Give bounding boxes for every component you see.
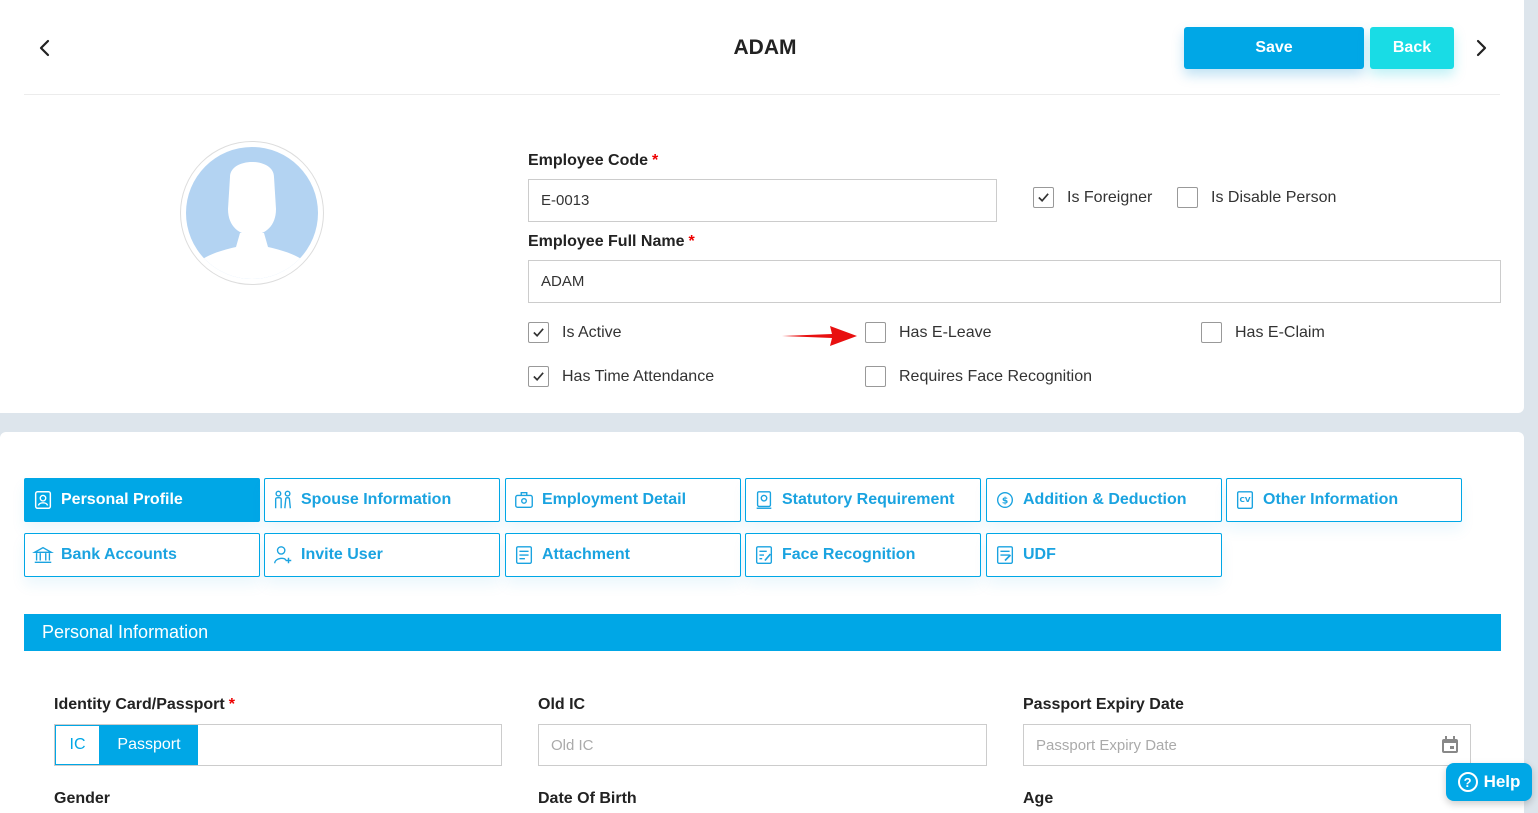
identity-type-selector[interactable]: IC Passport xyxy=(54,724,502,766)
checkbox-box[interactable] xyxy=(1201,322,1222,343)
is-active-label: Is Active xyxy=(562,323,622,341)
checkbox-box[interactable] xyxy=(528,322,549,343)
has-e-leave-checkbox[interactable]: Has E-Leave xyxy=(865,322,992,343)
tab-label: Addition & Deduction xyxy=(1023,491,1187,508)
gender-label: Gender xyxy=(54,790,111,807)
employee-code-input[interactable]: E-0013 xyxy=(528,179,997,222)
date-of-birth-label: Date Of Birth xyxy=(538,790,637,807)
has-time-attendance-label: Has Time Attendance xyxy=(562,367,715,385)
save-button[interactable]: Save xyxy=(1184,27,1364,69)
tab-label: Statutory Requirement xyxy=(782,491,955,508)
tab-label: Other Information xyxy=(1263,491,1399,508)
checkbox-box[interactable] xyxy=(528,366,549,387)
employee-full-name-input[interactable]: ADAM xyxy=(528,260,1501,303)
has-e-leave-label: Has E-Leave xyxy=(899,323,992,341)
tab-invite-user[interactable]: Invite User xyxy=(264,533,500,577)
tab-personal-profile[interactable]: Personal Profile xyxy=(24,478,260,522)
personal-information-section-header: Personal Information xyxy=(24,614,1501,651)
is-disable-person-checkbox[interactable]: Is Disable Person xyxy=(1177,187,1336,208)
couple-icon xyxy=(271,488,295,512)
form-icon xyxy=(993,543,1017,567)
tab-label: Invite User xyxy=(301,546,383,563)
checkmark-icon xyxy=(533,328,544,337)
tab-other-information[interactable]: CV Other Information xyxy=(1226,478,1462,522)
help-button[interactable]: ? Help xyxy=(1446,763,1532,801)
tab-employment-detail[interactable]: Employment Detail xyxy=(505,478,741,522)
bank-icon xyxy=(31,543,55,567)
tab-label: UDF xyxy=(1023,546,1056,563)
avatar-placeholder-icon xyxy=(186,147,318,279)
passport-option-button[interactable]: Passport xyxy=(100,725,198,765)
money-cycle-icon: $ xyxy=(993,488,1017,512)
old-ic-label: Old IC xyxy=(538,696,586,713)
back-button[interactable]: Back xyxy=(1370,27,1454,69)
ic-option-button[interactable]: IC xyxy=(55,725,100,765)
tab-label: Employment Detail xyxy=(542,491,687,508)
help-label: Help xyxy=(1483,772,1521,791)
document-edit-icon xyxy=(752,543,776,567)
passport-expiry-date-input[interactable]: Passport Expiry Date xyxy=(1023,724,1471,766)
is-foreigner-label: Is Foreigner xyxy=(1067,188,1153,206)
checkbox-box[interactable] xyxy=(1177,187,1198,208)
header-divider xyxy=(24,94,1500,95)
tab-bank-accounts[interactable]: Bank Accounts xyxy=(24,533,260,577)
checkbox-box[interactable] xyxy=(865,366,886,387)
svg-text:$: $ xyxy=(1002,496,1008,507)
next-record-chevron-right-icon[interactable] xyxy=(1469,36,1493,60)
briefcase-icon xyxy=(512,488,536,512)
checkbox-box[interactable] xyxy=(1033,187,1054,208)
document-icon xyxy=(512,543,536,567)
has-time-attendance-checkbox[interactable]: Has Time Attendance xyxy=(528,366,714,387)
cv-icon: CV xyxy=(1233,488,1257,512)
tab-face-recognition[interactable]: Face Recognition xyxy=(745,533,981,577)
tab-udf[interactable]: UDF xyxy=(986,533,1222,577)
question-circle-icon: ? xyxy=(1457,772,1478,792)
checkbox-box[interactable] xyxy=(865,322,886,343)
id-badge-icon xyxy=(31,488,55,512)
avatar[interactable] xyxy=(180,141,324,285)
tab-label: Face Recognition xyxy=(782,546,916,563)
is-foreigner-checkbox[interactable]: Is Foreigner xyxy=(1033,187,1152,208)
identity-card-passport-label: Identity Card/Passport * xyxy=(54,696,235,713)
svg-text:CV: CV xyxy=(1239,495,1250,504)
tab-label: Attachment xyxy=(542,546,631,563)
is-active-checkbox[interactable]: Is Active xyxy=(528,322,622,343)
has-e-claim-label: Has E-Claim xyxy=(1235,323,1325,341)
tab-attachment[interactable]: Attachment xyxy=(505,533,741,577)
calendar-icon[interactable] xyxy=(1440,735,1460,755)
has-e-claim-checkbox[interactable]: Has E-Claim xyxy=(1201,322,1325,343)
requires-face-recognition-checkbox[interactable]: Requires Face Recognition xyxy=(865,366,1092,387)
user-add-icon xyxy=(271,543,295,567)
age-label: Age xyxy=(1023,790,1054,807)
tab-spouse-information[interactable]: Spouse Information xyxy=(264,478,500,522)
is-disable-person-label: Is Disable Person xyxy=(1211,188,1337,206)
checkmark-icon xyxy=(533,372,544,381)
employee-code-label: Employee Code * xyxy=(528,152,659,169)
old-ic-input[interactable]: Old IC xyxy=(538,724,987,766)
passport-expiry-date-label: Passport Expiry Date xyxy=(1023,696,1184,713)
tab-label: Bank Accounts xyxy=(61,546,177,563)
checkmark-icon xyxy=(1038,193,1049,202)
tab-label: Personal Profile xyxy=(61,491,183,508)
tab-addition-deduction[interactable]: $ Addition & Deduction xyxy=(986,478,1222,522)
annotation-red-arrow-icon xyxy=(782,326,857,346)
certificate-icon xyxy=(752,488,776,512)
tab-label: Spouse Information xyxy=(301,491,452,508)
requires-face-recognition-label: Requires Face Recognition xyxy=(899,367,1092,385)
tab-statutory-requirement[interactable]: Statutory Requirement xyxy=(745,478,981,522)
employee-full-name-label: Employee Full Name * xyxy=(528,233,695,250)
